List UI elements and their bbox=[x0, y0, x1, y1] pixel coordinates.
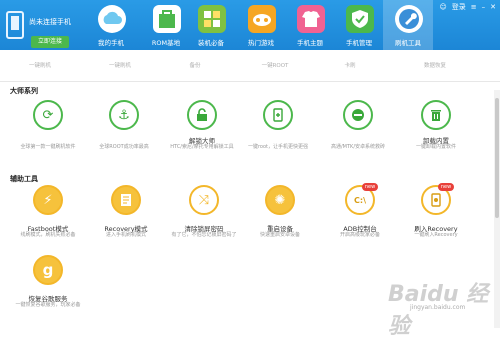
new-badge: new bbox=[362, 183, 378, 191]
tab-item[interactable]: 数据恢复 bbox=[395, 62, 475, 70]
tool-flash-master[interactable]: ⟳ 全球第一款一键刷机软件 bbox=[8, 98, 88, 168]
tool-restart-device[interactable]: ✺ 重启设备 快速重启安卓设备 bbox=[240, 185, 320, 247]
tab-item[interactable]: 一键刷机 bbox=[80, 62, 160, 70]
nav-essentials[interactable]: 装机必备 bbox=[186, 0, 236, 50]
nav-phone-theme[interactable]: 手机主题 bbox=[285, 0, 335, 50]
nav-my-phone[interactable]: 我的手机 bbox=[86, 0, 136, 50]
apps-grid-icon bbox=[198, 5, 226, 33]
window-controls: ☺ 登录 ≡ – ✕ bbox=[439, 2, 496, 12]
shuffle-icon: ⤨ bbox=[189, 185, 219, 215]
tab-item[interactable]: 卡刷 bbox=[310, 62, 390, 70]
unlock-icon bbox=[187, 100, 217, 130]
tool-uninstall-builtin[interactable]: 卸载内置 一键卸载内置软件 bbox=[396, 98, 476, 168]
shield-icon bbox=[346, 5, 374, 33]
top-header: 尚未连接手机 立即连接 我的手机 ROM基地 装机必备 热门游戏 手机主题 手机… bbox=[0, 0, 500, 50]
menu-icon[interactable]: ≡ bbox=[471, 3, 477, 11]
refresh-icon: ⟳ bbox=[33, 100, 63, 130]
tool-phone-root[interactable]: 一键root，让手机更快更强 bbox=[238, 98, 318, 168]
phone-status-area: 尚未连接手机 立即连接 bbox=[3, 6, 85, 48]
tool-recovery-mode[interactable]: Recovery模式 进入手机刷机模式 bbox=[86, 185, 166, 247]
shopping-bag-icon bbox=[153, 5, 181, 33]
wrench-round-icon bbox=[343, 100, 373, 130]
nav-flash-tools[interactable]: 刷机工具 bbox=[383, 0, 433, 50]
restart-icon: ✺ bbox=[265, 185, 295, 215]
cloud-icon bbox=[98, 5, 126, 33]
tab-item[interactable]: 一键ROOT bbox=[235, 62, 315, 70]
tool-tab-row: 一键刷机 一键刷机 备份 一键ROOT 卡刷 数据恢复 bbox=[0, 50, 500, 82]
tool-clear-lock-password[interactable]: ⤨ 清除锁屏密码 有了它，不怕忘记锁屏密码了 bbox=[164, 185, 244, 247]
nav-phone-manage[interactable]: 手机管理 bbox=[334, 0, 384, 50]
phone-plus-icon bbox=[263, 100, 293, 130]
login-link[interactable]: 登录 bbox=[452, 2, 466, 12]
phone-icon bbox=[6, 11, 24, 39]
tool-unlock-master[interactable]: 解锁大师 HTC/索尼/摩托专用解锁工具 bbox=[162, 98, 242, 168]
section-title-aux: 辅助工具 bbox=[10, 175, 38, 183]
section-title-master: 大师系列 bbox=[10, 87, 38, 95]
recovery-icon bbox=[111, 185, 141, 215]
google-icon: g bbox=[33, 255, 63, 285]
tool-root-master[interactable]: ⚓ 全球ROOT成功率最高 bbox=[84, 98, 164, 168]
user-icon[interactable]: ☺ bbox=[439, 3, 446, 11]
tool-brick-rescue[interactable]: 高通/MTK/安卓系统救砖 bbox=[318, 98, 398, 168]
nav-rom-base[interactable]: ROM基地 bbox=[141, 0, 191, 50]
connect-button[interactable]: 立即连接 bbox=[31, 36, 69, 48]
gamepad-icon bbox=[248, 5, 276, 33]
anchor-icon: ⚓ bbox=[109, 100, 139, 130]
trash-icon bbox=[421, 100, 451, 130]
tab-item[interactable]: 一键刷机 bbox=[0, 62, 80, 70]
wrench-icon bbox=[395, 5, 423, 33]
tool-restore-google[interactable]: g 恢复谷歌服务 一键恢复谷歌服务，玩家必备 bbox=[8, 255, 88, 325]
tool-fastboot[interactable]: ⚡ Fastboot模式 线刷模式，刷机失败必备 bbox=[8, 185, 88, 247]
nav-hot-games[interactable]: 热门游戏 bbox=[236, 0, 286, 50]
tool-adb-console[interactable]: C:\ new ADB控制台 开启高级玩家必备 bbox=[320, 183, 400, 247]
scrollbar-thumb[interactable] bbox=[495, 98, 499, 218]
tab-item[interactable]: 备份 bbox=[155, 62, 235, 70]
tool-flash-recovery[interactable]: new 刷入Recovery 一键刷入Recovery bbox=[396, 183, 476, 247]
new-badge: new bbox=[438, 183, 454, 191]
close-icon[interactable]: ✕ bbox=[490, 3, 496, 11]
watermark-url: jingyan.baidu.com bbox=[410, 304, 466, 311]
lightning-icon: ⚡ bbox=[33, 185, 63, 215]
connection-status: 尚未连接手机 bbox=[29, 18, 71, 26]
minimize-icon[interactable]: – bbox=[482, 3, 486, 11]
shirt-icon bbox=[297, 5, 325, 33]
